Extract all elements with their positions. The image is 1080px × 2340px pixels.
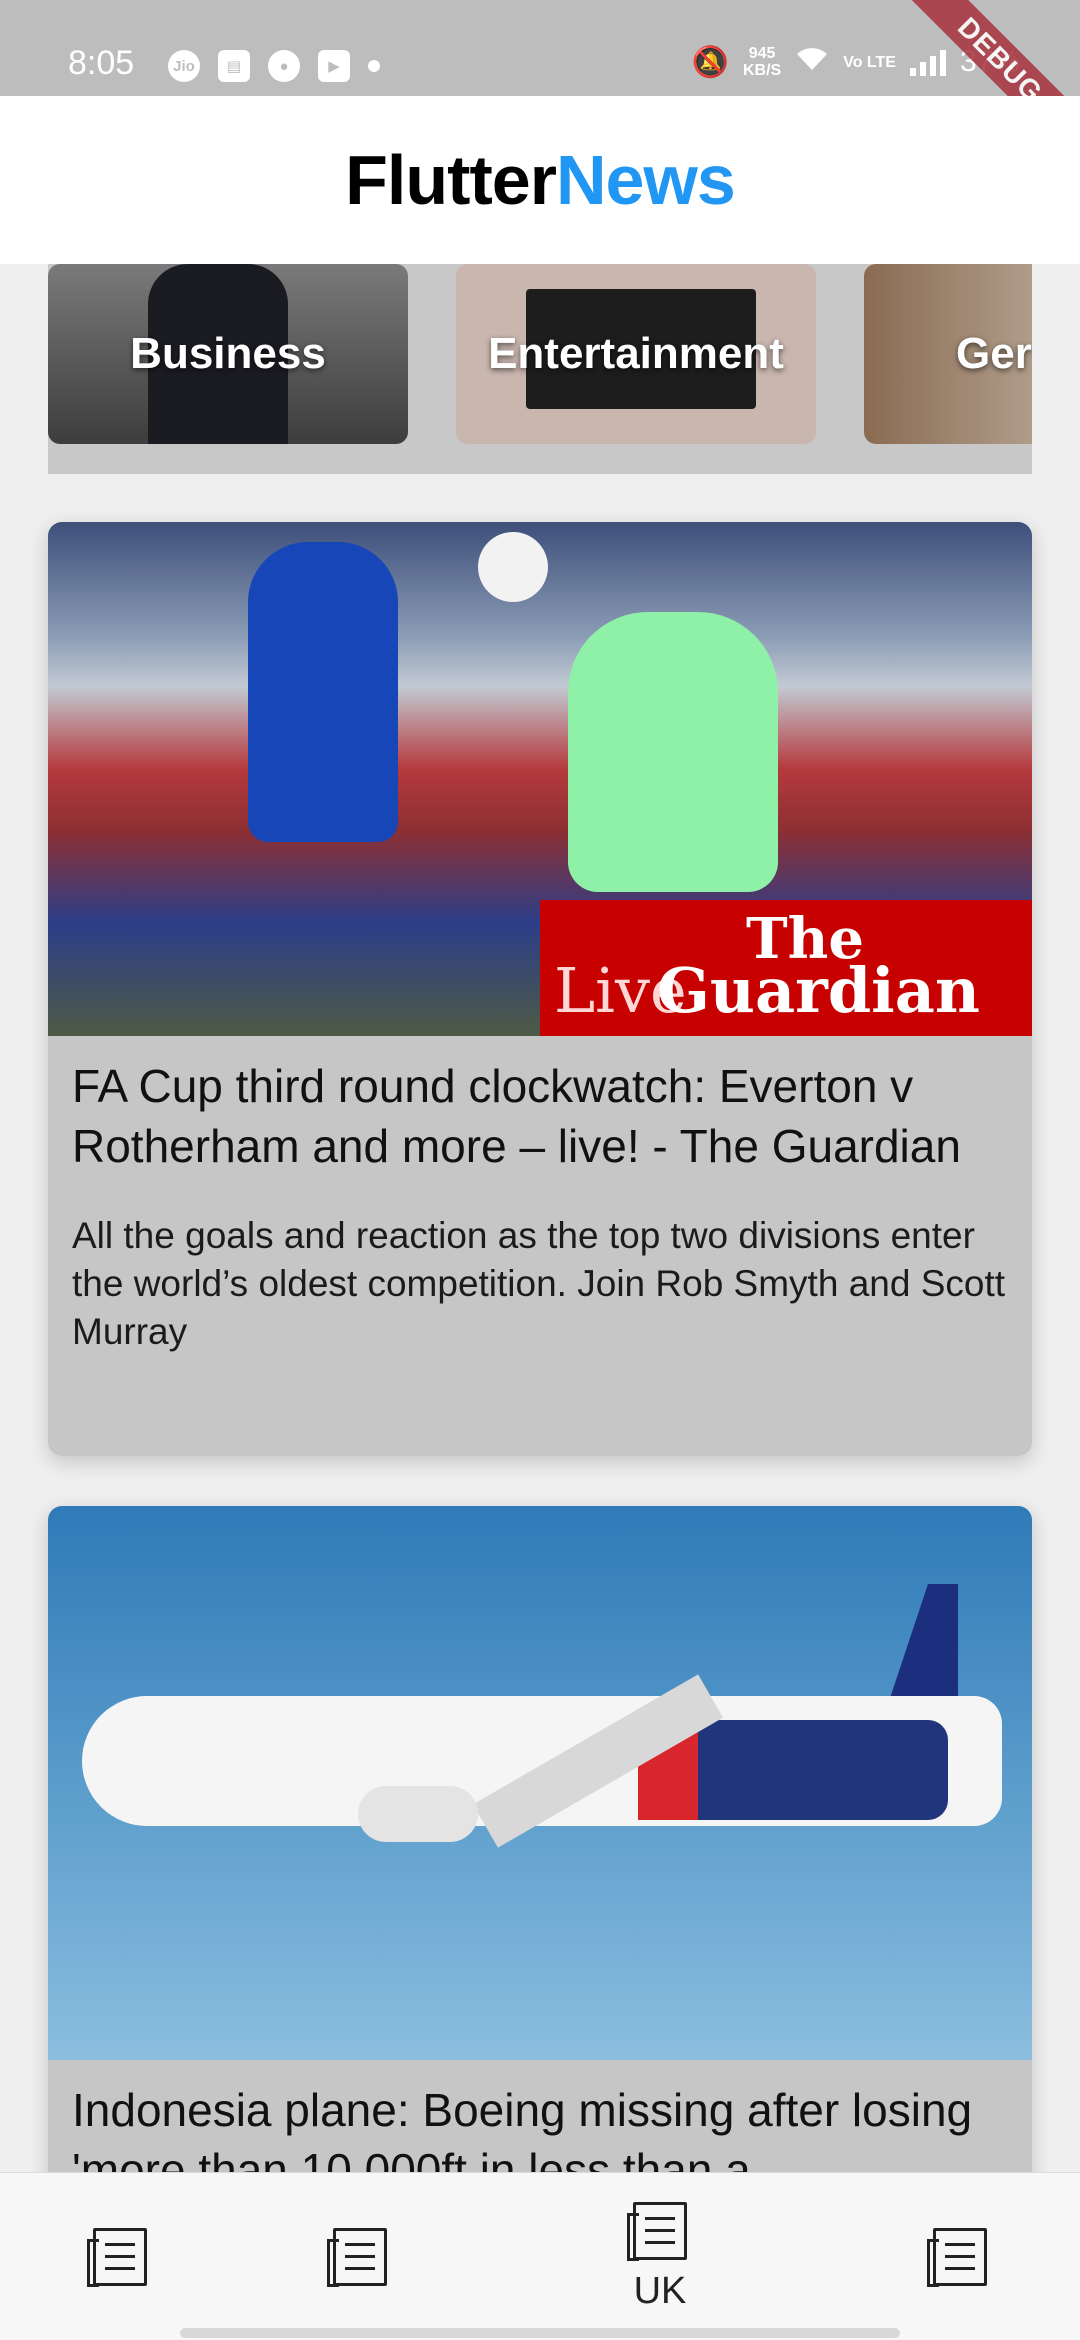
briefcase-icon: ▤ — [218, 50, 250, 82]
plane-engine — [358, 1786, 478, 1842]
guardian-live-logo: The Live Guardian — [540, 900, 1032, 1036]
article-icon — [927, 2228, 987, 2287]
category-label: Entertainment — [488, 329, 784, 378]
gesture-bar — [180, 2328, 900, 2338]
network-speed: 945 KB/S — [742, 45, 782, 79]
category-entertainment[interactable]: Entertainment — [456, 264, 816, 444]
player-figure — [248, 542, 398, 842]
signal-icon — [909, 48, 946, 76]
youtube-icon: ▶ — [318, 50, 350, 82]
football — [478, 532, 548, 602]
status-time: 8:05 — [68, 44, 135, 82]
wifi-icon — [795, 44, 829, 80]
status-bar: 8:05 Jio ▤ ● ▶ 🔕 945 KB/S Vo LTE 37% DEB… — [0, 0, 1080, 181]
category-label: Ger — [956, 329, 1032, 378]
article-card[interactable]: Indonesia plane: Boeing missing after lo… — [48, 1506, 1032, 2226]
article-image: The Live Guardian — [48, 522, 1032, 1036]
volte-label: Vo LTE — [843, 53, 896, 71]
article-icon — [327, 2228, 387, 2287]
palette-icon: ● — [268, 50, 300, 82]
app-bar: FlutterNews — [0, 96, 1080, 264]
app-title-news: News — [555, 141, 736, 219]
nav-label: UK — [633, 2269, 687, 2312]
category-business[interactable]: Business — [48, 264, 408, 444]
bottom-navigation: UK — [0, 2172, 1080, 2340]
article-icon — [87, 2228, 147, 2287]
app-title: FlutterNews — [0, 96, 1080, 264]
goalkeeper-figure — [568, 612, 778, 892]
article-description: All the goals and reaction as the top tw… — [72, 1215, 1006, 1352]
notification-icons: Jio ▤ ● ▶ — [168, 50, 380, 82]
category-label: Business — [130, 329, 326, 378]
nav-item-2[interactable] — [285, 2173, 435, 2340]
article-image — [48, 1506, 1032, 2060]
app-title-flutter: Flutter — [345, 141, 557, 219]
article-card[interactable]: The Live Guardian FA Cup third round clo… — [48, 522, 1032, 1456]
jio-icon: Jio — [168, 50, 200, 82]
nav-item-1[interactable] — [45, 2173, 195, 2340]
article-icon — [627, 2201, 687, 2261]
article-title: FA Cup third round clockwatch: Everton v… — [72, 1060, 961, 1172]
mute-icon: 🔕 — [691, 45, 729, 79]
category-general[interactable]: Ger — [864, 264, 1032, 444]
nav-item-uk[interactable]: UK — [585, 2173, 735, 2340]
dot-icon — [368, 60, 380, 72]
nav-item-4[interactable] — [885, 2173, 1035, 2340]
category-list[interactable]: Business Entertainment Ger — [48, 264, 1032, 474]
